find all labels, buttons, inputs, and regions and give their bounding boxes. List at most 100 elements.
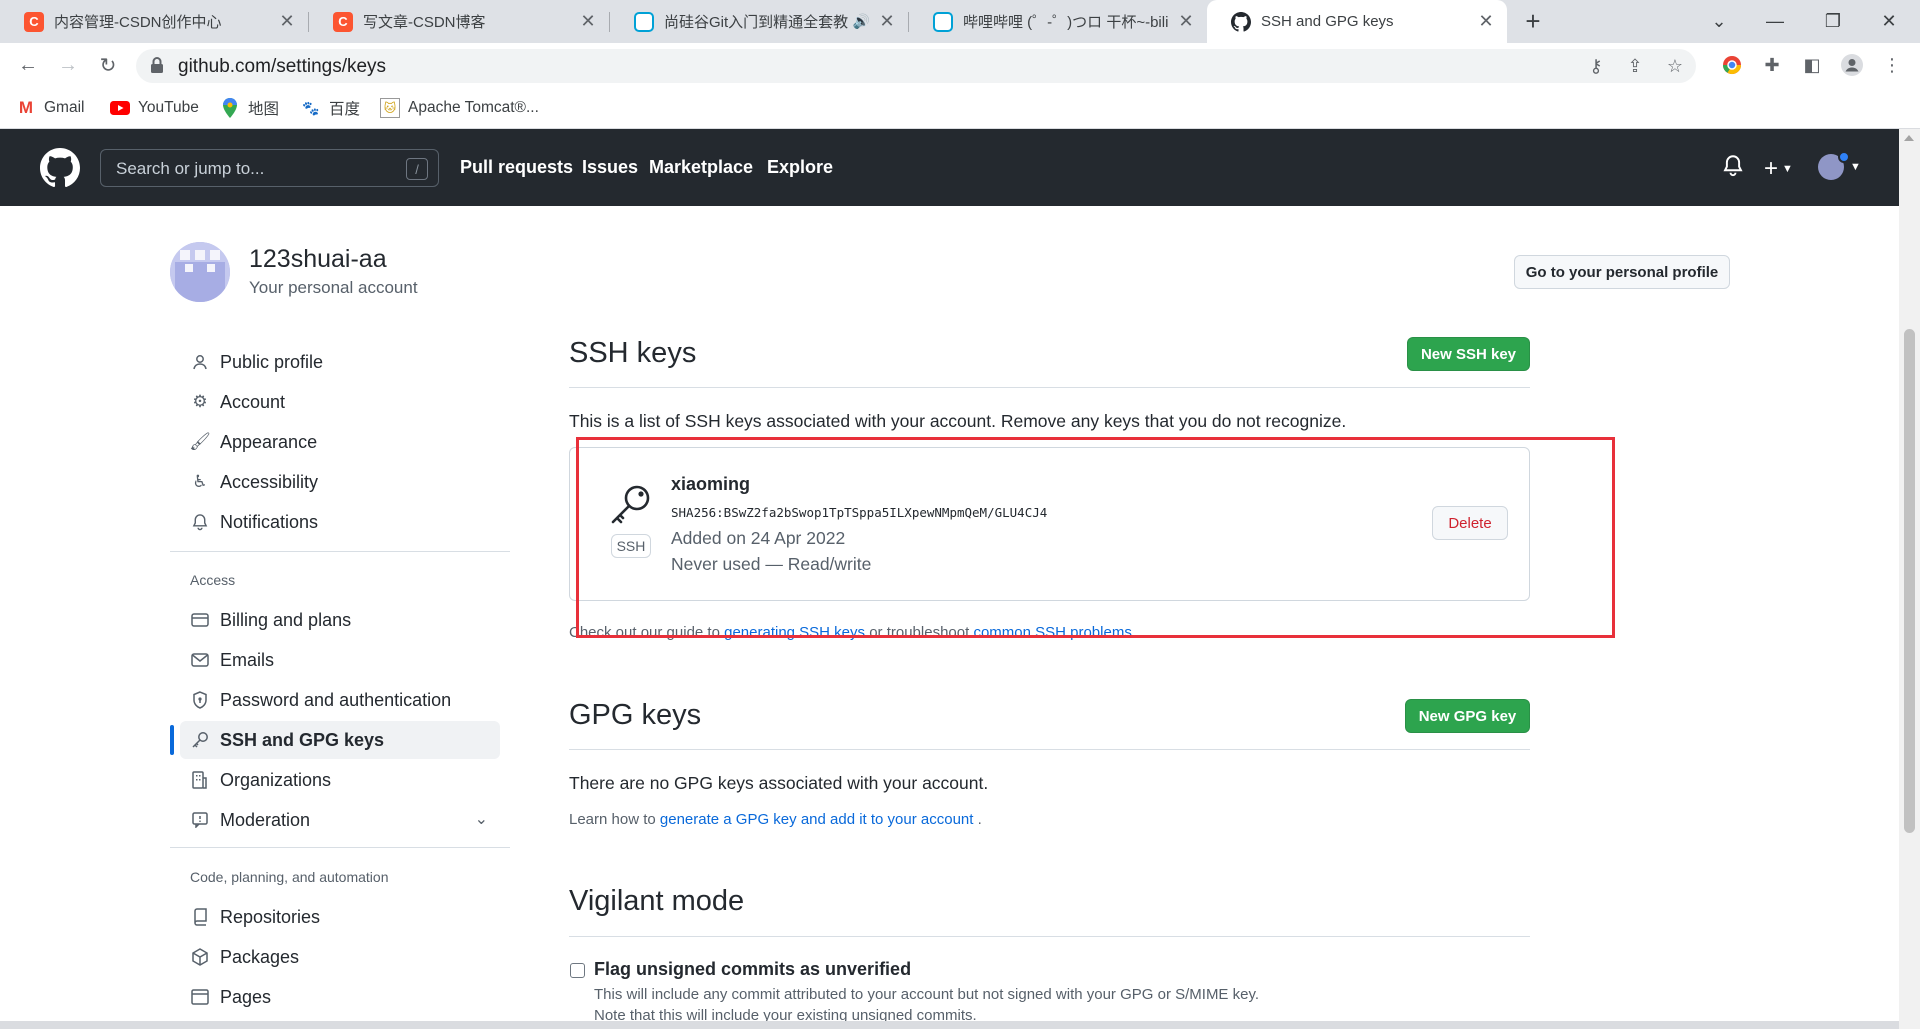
browser-tab-csdn-write[interactable]: C 写文章-CSDN博客 ✕ <box>309 0 609 43</box>
address-bar[interactable]: github.com/settings/keys ⚷ ⇪ ☆ <box>136 49 1696 83</box>
sidebar-item-emails[interactable]: Emails <box>180 641 500 679</box>
sidebar-item-moderation[interactable]: Moderation ⌄ <box>180 801 500 839</box>
sidebar-item-organizations[interactable]: Organizations <box>180 761 500 799</box>
sidebar-item-appearance[interactable]: 🖌 Appearance <box>180 423 500 461</box>
close-icon[interactable]: ✕ <box>278 11 296 32</box>
gpg-empty-text: There are no GPG keys associated with yo… <box>569 773 989 793</box>
bookmark-tomcat[interactable]: 🐱 Apache Tomcat®... <box>380 96 539 120</box>
gpg-learn-text: Learn how to generate a GPG key and add … <box>569 811 982 828</box>
browser-tab-bilibili-home[interactable]: 哔哩哔哩 (゜-゜)つロ 干杯~-bili ✕ <box>909 0 1207 43</box>
organization-icon <box>190 770 210 790</box>
window-close-icon[interactable]: ✕ <box>1869 0 1909 43</box>
close-icon[interactable]: ✕ <box>878 11 896 32</box>
go-to-profile-button[interactable]: Go to your personal profile <box>1514 255 1730 289</box>
maps-icon <box>220 98 240 118</box>
bilibili-icon <box>933 11 953 32</box>
sidebar-item-pages[interactable]: Pages <box>180 978 500 1016</box>
browser-tab-csdn-content[interactable]: C 内容管理-CSDN创作中心 ✕ <box>0 0 308 43</box>
sidebar-item-label: Emails <box>220 649 275 670</box>
sidebar-item-label: Billing and plans <box>220 609 352 630</box>
password-key-icon[interactable]: ⚷ <box>1585 55 1607 77</box>
search-input[interactable]: Search or jump to... / <box>100 149 439 187</box>
flag-unsigned-commits-checkbox[interactable] <box>570 963 585 978</box>
bookmark-baidu[interactable]: 🐾 百度 <box>301 96 360 120</box>
minimize-icon[interactable]: — <box>1755 0 1795 43</box>
bookmark-label: YouTube <box>138 99 199 116</box>
sidebar-item-notifications[interactable]: Notifications <box>180 503 500 541</box>
browser-icon <box>190 987 210 1007</box>
profile-icon[interactable] <box>1840 53 1864 77</box>
sidebar-divider <box>170 551 510 552</box>
sidebar-item-password[interactable]: Password and authentication <box>180 681 500 719</box>
credit-card-icon <box>190 610 210 630</box>
close-icon[interactable]: ✕ <box>579 11 597 32</box>
report-icon <box>190 810 210 830</box>
restore-icon[interactable]: ❐ <box>1813 0 1853 43</box>
back-icon[interactable]: ← <box>14 51 42 79</box>
bookmark-maps[interactable]: 地图 <box>220 96 279 120</box>
new-gpg-key-button[interactable]: New GPG key <box>1405 699 1530 733</box>
create-new-plus-icon[interactable]: + ▼ <box>1764 155 1793 183</box>
speaker-icon[interactable]: 🔊 <box>853 13 870 30</box>
close-icon[interactable]: ✕ <box>1177 11 1195 32</box>
lock-icon <box>151 57 163 73</box>
sidebar-item-ssh-gpg-keys[interactable]: SSH and GPG keys <box>180 721 500 759</box>
tab-title: 尚硅谷Git入门到精通全套教 <box>664 14 849 31</box>
gear-icon: ⚙ <box>192 392 208 411</box>
new-tab-button[interactable]: + <box>1518 6 1548 36</box>
bookmark-label: Apache Tomcat®... <box>408 99 539 116</box>
sidebar-item-account[interactable]: ⚙ Account <box>180 383 500 421</box>
sidebar-item-accessibility[interactable]: ♿ Accessibility <box>180 463 500 501</box>
browser-tab-github[interactable]: SSH and GPG keys ✕ <box>1207 0 1507 43</box>
sidebar-active-indicator <box>170 725 174 755</box>
sidebar-item-public-profile[interactable]: Public profile <box>180 343 500 381</box>
user-avatar[interactable] <box>170 242 230 302</box>
bell-icon[interactable] <box>1723 155 1743 177</box>
forward-icon[interactable]: → <box>54 51 82 79</box>
nav-explore[interactable]: Explore <box>767 157 833 178</box>
section-divider <box>569 936 1530 937</box>
bookmark-youtube[interactable]: YouTube <box>110 96 199 120</box>
avatar-caret-icon[interactable]: ▼ <box>1850 161 1861 173</box>
sidebar-item-packages[interactable]: Packages <box>180 938 500 976</box>
nav-pull-requests[interactable]: Pull requests <box>460 157 573 178</box>
scrollbar-thumb[interactable] <box>1904 329 1915 833</box>
kebab-menu-icon[interactable]: ⋮ <box>1880 53 1904 77</box>
paintbrush-icon: 🖌 <box>189 432 211 451</box>
generate-gpg-key-link[interactable]: generate a GPG key and add it to your ac… <box>660 811 974 828</box>
nav-issues[interactable]: Issues <box>582 157 638 178</box>
sidebar-item-label: Organizations <box>220 769 332 790</box>
sidebar-item-label: Repositories <box>220 906 321 927</box>
reload-icon[interactable]: ↻ <box>94 51 122 79</box>
bookmark-star-icon[interactable]: ☆ <box>1664 55 1686 77</box>
sidebar-item-billing[interactable]: Billing and plans <box>180 601 500 639</box>
key-icon <box>190 730 210 750</box>
github-logo-icon[interactable] <box>40 148 80 188</box>
scroll-up-arrow[interactable] <box>1904 135 1914 141</box>
side-panel-icon[interactable]: ◧ <box>1800 53 1824 77</box>
share-icon[interactable]: ⇪ <box>1624 55 1646 77</box>
url-text: github.com/settings/keys <box>178 56 387 77</box>
close-icon[interactable]: ✕ <box>1477 11 1495 32</box>
bookmark-gmail[interactable]: M Gmail <box>16 96 85 120</box>
flag-unsigned-commits-label[interactable]: Flag unsigned commits as unverified <box>594 959 911 980</box>
section-divider <box>569 749 1530 750</box>
browser-tab-bilibili-git[interactable]: 尚硅谷Git入门到精通全套教 🔊 ✕ <box>610 0 908 43</box>
nav-marketplace[interactable]: Marketplace <box>649 157 753 178</box>
page-scrollbar[interactable] <box>1899 129 1920 1029</box>
bookmark-label: 百度 <box>329 101 361 118</box>
sidebar-divider <box>170 847 510 848</box>
chevron-down-icon[interactable]: ⌄ <box>475 809 488 829</box>
bookmark-label: Gmail <box>44 99 85 116</box>
github-icon <box>1231 11 1251 32</box>
bilibili-icon <box>634 11 654 32</box>
puzzle-icon[interactable]: ✚ <box>1760 53 1784 77</box>
package-icon <box>190 947 210 967</box>
account-username[interactable]: 123shuai-aa <box>249 245 387 274</box>
new-ssh-key-button[interactable]: New SSH key <box>1407 337 1530 371</box>
sidebar-item-repositories[interactable]: Repositories <box>180 898 500 936</box>
accessibility-icon: ♿ <box>192 472 208 491</box>
tomcat-icon: 🐱 <box>380 98 400 118</box>
chrome-extension-icon[interactable] <box>1720 53 1744 77</box>
tab-search-icon[interactable]: ⌄ <box>1699 0 1739 43</box>
